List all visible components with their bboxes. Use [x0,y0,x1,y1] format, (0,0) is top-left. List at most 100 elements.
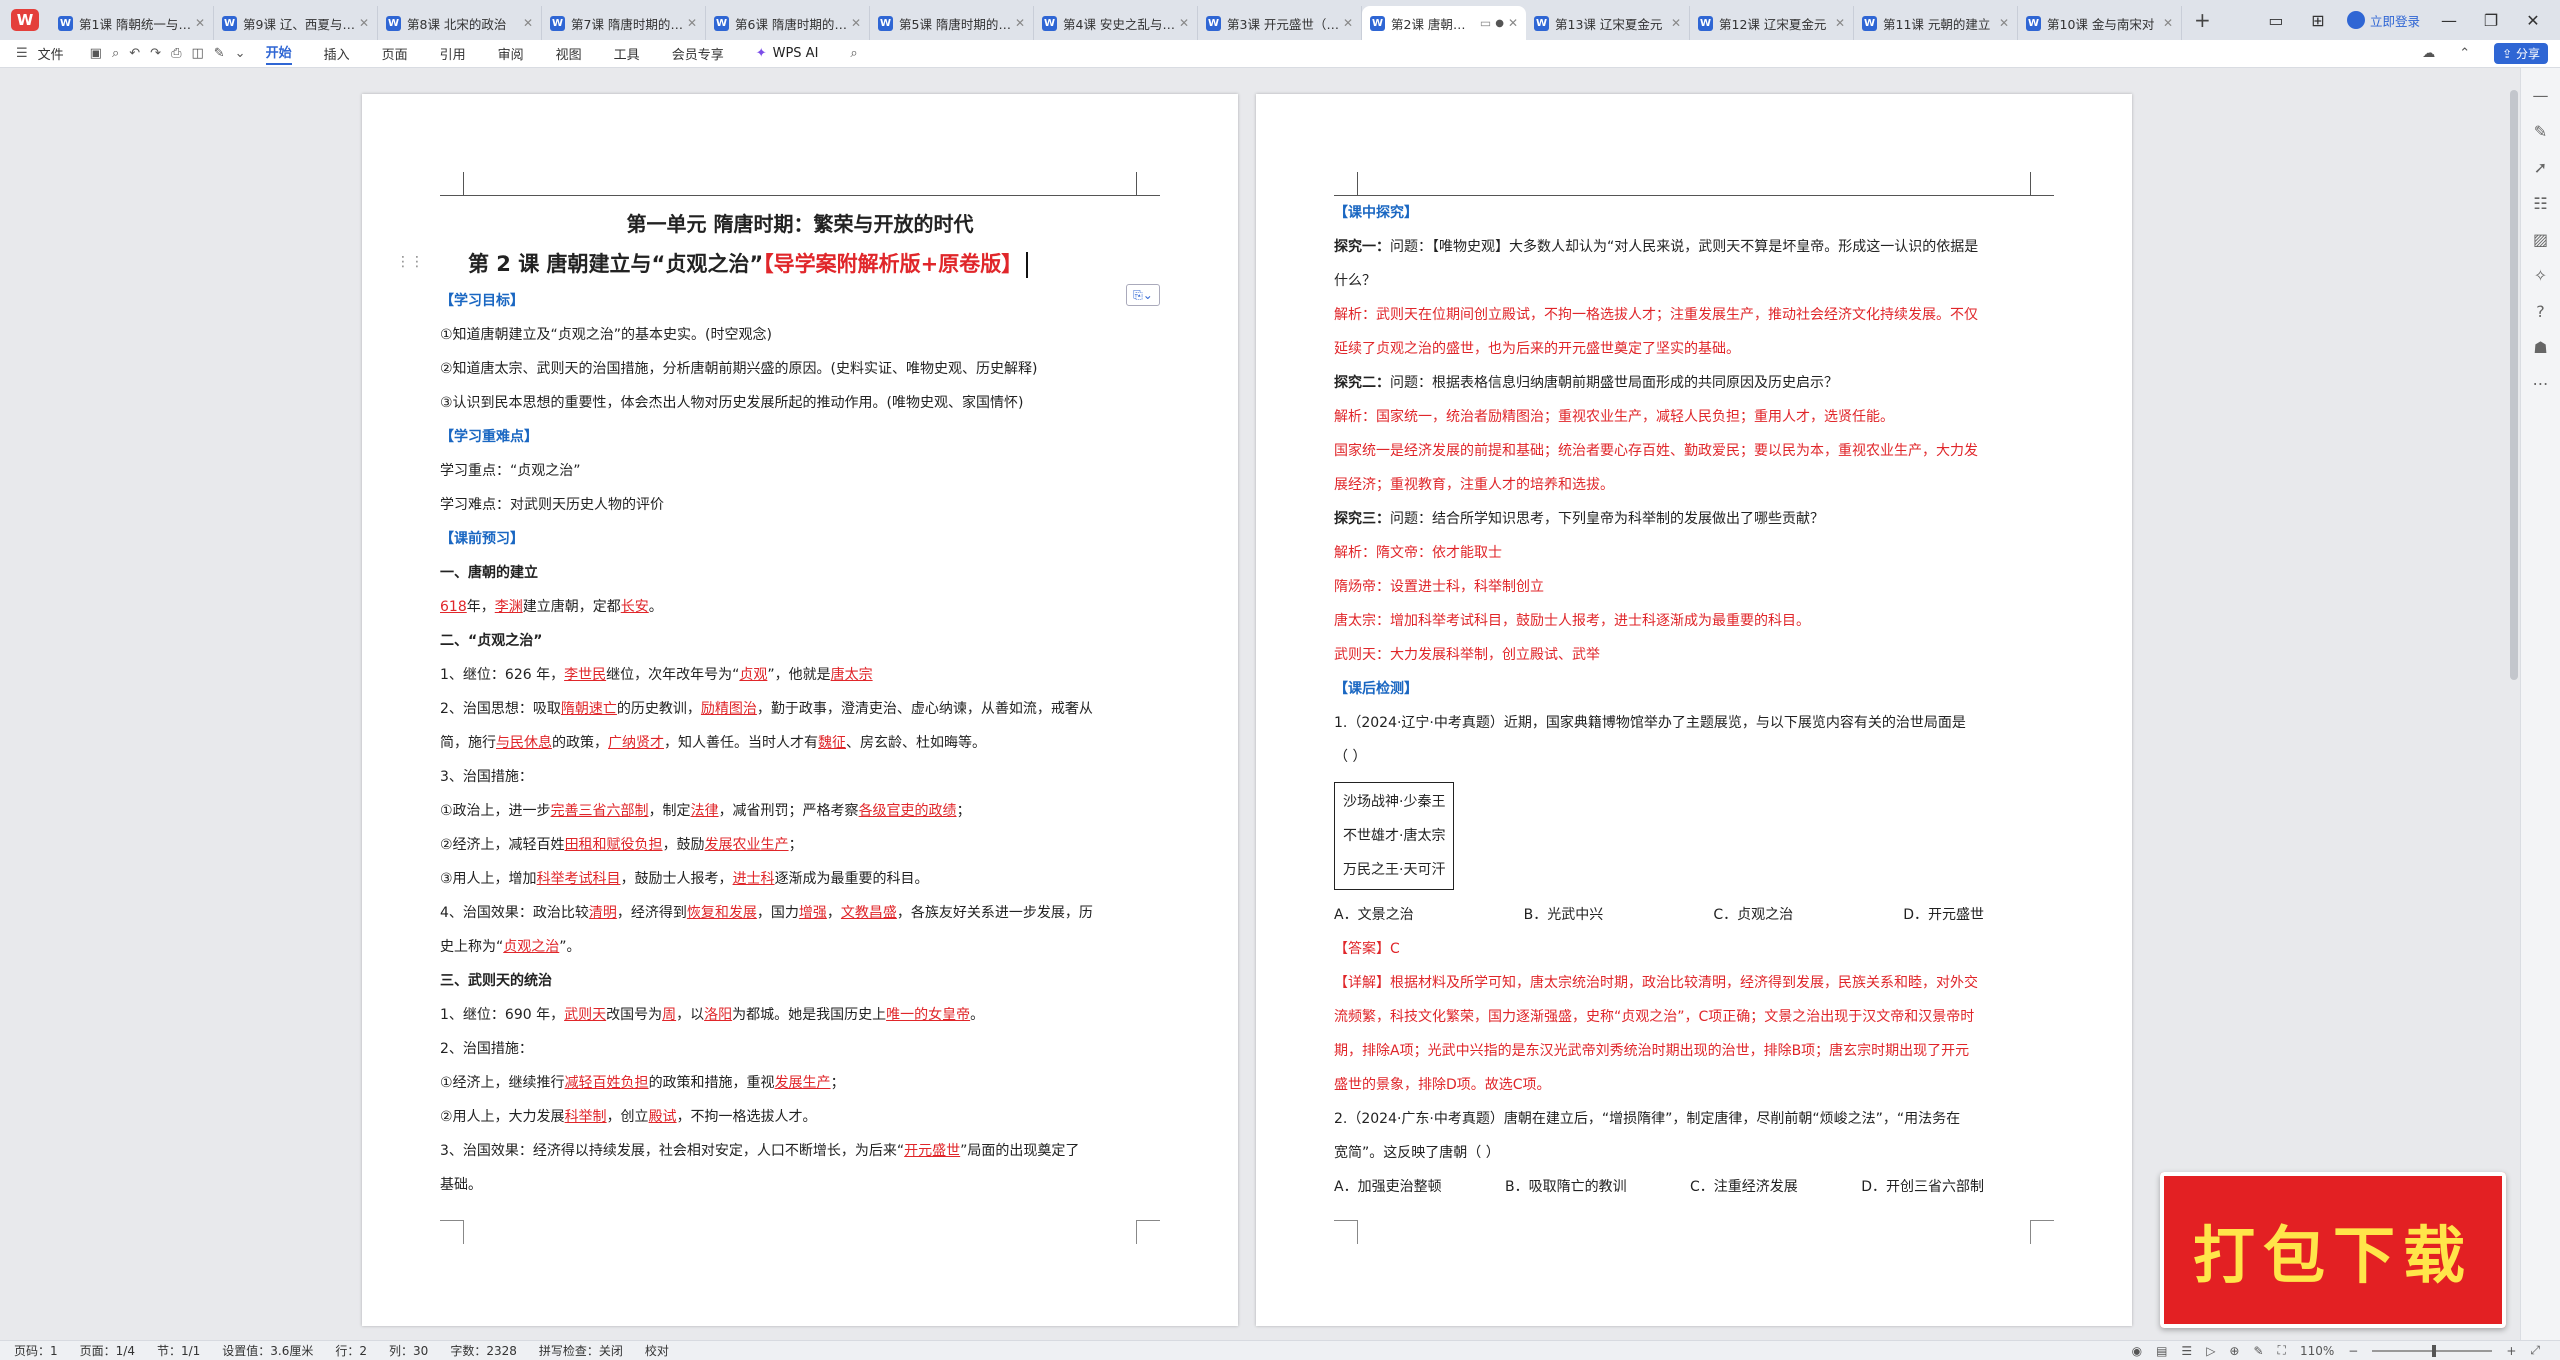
status-spellcheck[interactable]: 拼写检查：关闭 [539,1342,623,1359]
app-center-icon[interactable]: ⊞ [2305,11,2331,30]
close-tab-icon[interactable]: ✕ [1508,16,1518,30]
minus-icon[interactable]: — [2533,86,2549,105]
document-tab[interactable]: W 第5课 隋唐时期的民族 ✕ [870,6,1034,40]
magic-tool-icon[interactable]: ✧ [2534,266,2547,285]
tab-reference[interactable]: 引用 [440,44,466,63]
redo-icon[interactable]: ↷ [150,46,161,61]
document-tab[interactable]: W 第3课 开元盛世（导学 ✕ [1198,6,1362,40]
minimize-icon[interactable]: — [2436,11,2462,30]
write-mode-icon[interactable]: ✎ [2253,1344,2263,1358]
page-view-icon[interactable]: ▤ [2156,1344,2167,1358]
search-replace-icon[interactable]: ⌕ [112,46,119,61]
zoom-in-icon[interactable]: + [2506,1344,2516,1358]
status-pages[interactable]: 页面：1/4 [80,1342,135,1359]
help-icon[interactable]: ? [2536,302,2545,321]
save-icon[interactable]: ▣ [90,46,102,61]
file-menu[interactable]: 文件 [38,44,64,63]
close-tab-icon[interactable]: ✕ [195,16,205,30]
document-tab[interactable]: W 第11课 元朝的建立 ✕ [1854,6,2018,40]
share-button[interactable]: ⇪ 分享 [2494,43,2548,64]
tab-home[interactable]: 开始 [265,42,292,65]
document-tab[interactable]: W 第8课 北宋的政治 ✕ [378,6,542,40]
login-button[interactable]: 立即登录 [2346,11,2420,30]
document-tab[interactable]: W 第13课 辽宋夏金元 ✕ [1526,6,1690,40]
status-setting[interactable]: 设置值：3.6厘米 [222,1342,313,1359]
document-tab[interactable]: W 第10课 金与南宋对 ✕ [2018,6,2182,40]
vertical-scrollbar[interactable] [2510,90,2518,680]
option-a: A．加强吏治整顿 [1334,1179,1442,1195]
pen-icon[interactable]: ✎ [2534,122,2547,141]
wps-ai-button[interactable]: ✦ WPS AI [756,46,819,61]
tab-page[interactable]: 页面 [382,44,408,63]
header-line [1334,172,2054,196]
close-tab-icon[interactable]: ✕ [1343,16,1353,30]
format-painter-icon[interactable]: ✎ [214,46,225,61]
close-tab-icon[interactable]: ✕ [1179,16,1189,30]
export-pdf-icon[interactable]: ◫ [191,46,203,61]
document-tab[interactable]: W 第1课 隋朝统一与灭亡 ✕ [50,6,214,40]
status-page-number[interactable]: 页码：1 [14,1342,58,1359]
close-tab-icon[interactable]: ✕ [523,16,533,30]
fullscreen-icon[interactable]: ⤢ [2530,1343,2540,1358]
close-tab-icon[interactable]: ✕ [359,16,369,30]
web-view-icon[interactable]: ⊕ [2229,1344,2239,1358]
screen-icon[interactable]: ▭ [1480,16,1491,30]
close-tab-icon[interactable]: ✕ [851,16,861,30]
search-icon[interactable]: ⌕ [850,46,857,61]
tab-list-icon[interactable]: ▭ [2263,11,2289,30]
select-icon[interactable]: ➚ [2534,158,2547,177]
close-tab-icon[interactable]: ✕ [1015,16,1025,30]
zoom-out-icon[interactable]: − [2348,1344,2358,1358]
eye-protection-icon[interactable]: ◉ [2132,1344,2142,1358]
close-tab-icon[interactable]: ✕ [687,16,697,30]
avatar-icon [2346,11,2365,29]
more-dropdown-icon[interactable]: ⌄ [235,46,246,61]
close-tab-icon[interactable]: ✕ [2163,16,2173,30]
shirt-icon[interactable]: ☗ [2533,338,2547,357]
document-page-2[interactable]: 【课中探究】 探究一：问题：【唯物史观】大多数人却认为“对人民来说，武则天不算是… [1256,94,2132,1326]
tab-label: 第4课 安史之乱与唐朝 [1063,16,1175,32]
document-page-1[interactable]: ⋮⋮ ⎘⌄ 第一单元 隋唐时期：繁荣与开放的时代 第 2 课 唐朝建立与“贞观之… [362,94,1238,1326]
status-wordcount[interactable]: 字数：2328 [450,1342,517,1359]
option-c: C．贞观之治 [1713,907,1794,923]
read-mode-icon[interactable]: ▷ [2206,1344,2215,1358]
print-icon[interactable]: ⎙ [171,46,181,61]
close-tab-icon[interactable]: ✕ [1835,16,1845,30]
lesson-title: 第 2 课 唐朝建立与“贞观之治”【导学案附解析版+原卷版】 [440,244,1160,284]
tab-view[interactable]: 视图 [556,44,582,63]
fit-page-icon[interactable]: ⛶ [2278,1343,2286,1358]
image-tool-icon[interactable]: ▨ [2533,230,2548,249]
undo-icon[interactable]: ↶ [129,46,140,61]
menu-icon[interactable]: ☰ [16,46,28,61]
collapse-ribbon-icon[interactable]: ⌃ [2459,46,2470,61]
tab-insert[interactable]: 插入 [324,44,350,63]
tab-tools[interactable]: 工具 [614,44,640,63]
close-window-icon[interactable]: ✕ [2520,11,2546,30]
document-tab[interactable]: W 第6课 隋唐时期的中外 ✕ [706,6,870,40]
download-package-banner[interactable]: 打包下载 [2160,1172,2506,1328]
zoom-level[interactable]: 110% [2300,1344,2334,1358]
subheading: 二、“贞观之治” [440,633,543,649]
subheading: 三、武则天的统治 [440,973,552,989]
close-tab-icon[interactable]: ✕ [1999,16,2009,30]
wps-logo-icon[interactable]: W [0,0,50,40]
settings-sliders-icon[interactable]: ☷ [2533,194,2547,213]
tab-review[interactable]: 审阅 [498,44,524,63]
zoom-slider[interactable] [2372,1344,2493,1357]
paragraph-drag-handle[interactable]: ⋮⋮ [396,254,424,270]
more-icon[interactable]: ⋯ [2533,374,2549,393]
document-tab[interactable]: W 第2课 唐朝建立与 ▭ ● ✕ [1362,6,1526,40]
close-tab-icon[interactable]: ✕ [1671,16,1681,30]
status-section[interactable]: 节：1/1 [157,1342,200,1359]
document-tab[interactable]: W 第7课 隋唐时期的科技 ✕ [542,6,706,40]
tab-member[interactable]: 会员专享 [672,44,724,63]
cloud-sync-icon[interactable]: ☁ [2422,46,2435,61]
document-tab[interactable]: W 第9课 辽、西夏与北宋 ✕ [214,6,378,40]
restore-icon[interactable]: ❐ [2478,11,2504,30]
outline-view-icon[interactable]: ☰ [2181,1344,2192,1358]
document-tab[interactable]: W 第4课 安史之乱与唐朝 ✕ [1034,6,1198,40]
zoom-slider-thumb[interactable] [2432,1344,2437,1357]
document-tab[interactable]: W 第12课 辽宋夏金元 ✕ [1690,6,1854,40]
new-tab-button[interactable]: + [2194,8,2211,32]
status-proofread[interactable]: 校对 [645,1342,669,1359]
